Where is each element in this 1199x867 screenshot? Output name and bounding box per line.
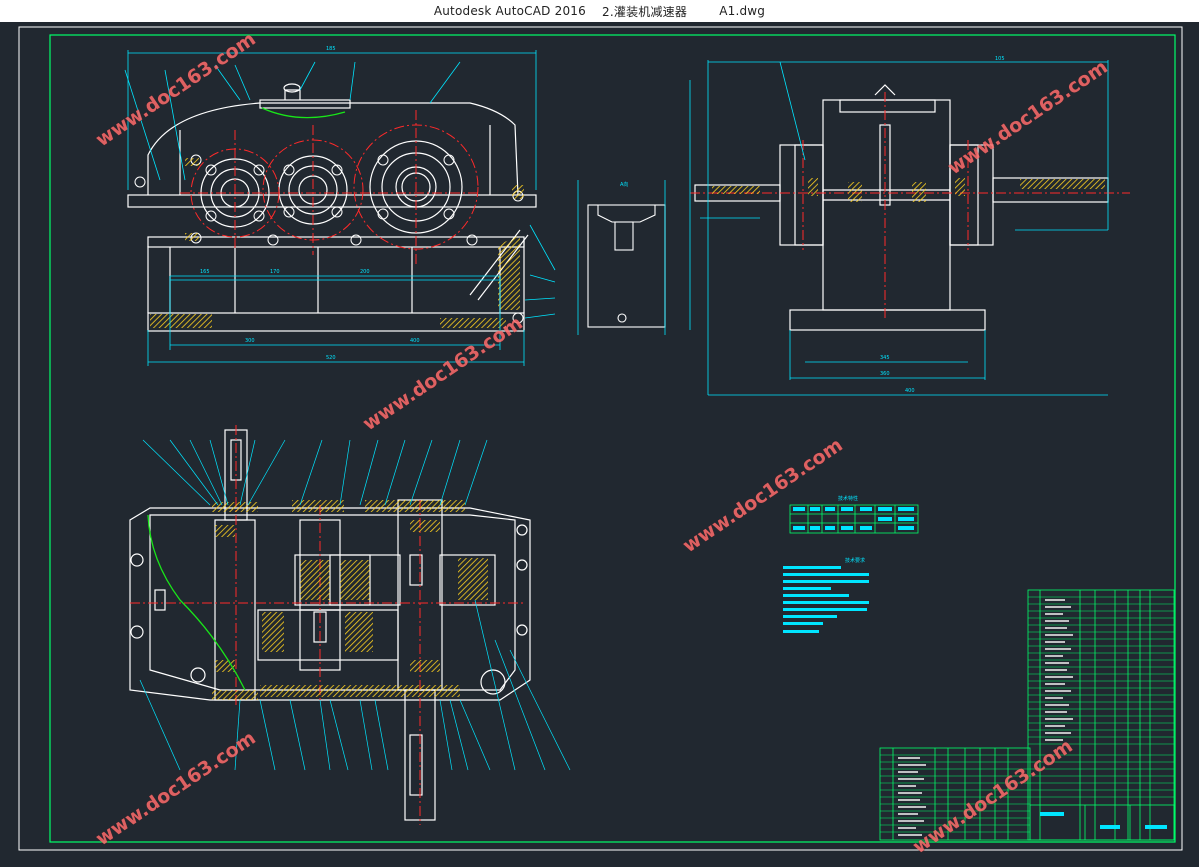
side-dim-overall: 400: [905, 388, 915, 394]
app-title: Autodesk AutoCAD 2016: [433, 4, 586, 18]
inner-frame: [49, 34, 1176, 843]
file-name: A1.dwg: [719, 4, 766, 18]
plan-view: [129, 429, 531, 821]
side-dim-b: 360: [880, 371, 890, 377]
outer-frame: [18, 26, 1183, 851]
a-view: [587, 204, 666, 328]
plan-view-hatch: [212, 500, 488, 700]
dim-bottom-a: 300: [245, 338, 255, 344]
tech-requirements-text: [783, 566, 869, 633]
side-view-centerlines: [690, 92, 1130, 320]
parts-list-rows: [880, 596, 1174, 833]
dim-b: 170: [270, 269, 280, 275]
side-view-dim-text: 105 345 360 400: [880, 56, 1005, 394]
dim-c: 200: [360, 269, 370, 275]
tech-requirements-title: 技术要求: [845, 557, 865, 564]
front-view-centerlines: [180, 110, 480, 265]
window-title-bar: Autodesk AutoCAD 2016 2.灌装机减速器 A1.dwg: [0, 0, 1199, 22]
spec-table-cells: [793, 507, 914, 530]
spec-table-title: 技术特性: [838, 495, 858, 502]
a-view-label: A向: [620, 181, 628, 188]
drawing-title: 2.灌装机减速器: [602, 4, 688, 19]
side-dim-a: 345: [880, 355, 890, 361]
side-dim-top: 105: [995, 56, 1005, 62]
dim-top: 185: [326, 46, 336, 52]
parts-list: [879, 589, 1175, 841]
title-block-cells: [1040, 812, 1167, 829]
side-view: [694, 84, 1109, 331]
front-view-breakline: [261, 107, 346, 119]
a-view-dims: [577, 180, 666, 335]
drawing-canvas[interactable]: 185 165 170 200 300 400 520 A向 105 345 3…: [0, 22, 1199, 863]
dim-overall: 520: [326, 355, 336, 361]
dim-bottom-b: 400: [410, 338, 420, 344]
dim-a: 165: [200, 269, 210, 275]
cad-drawing: 185 165 170 200 300 400 520 A向 105 345 3…: [18, 26, 1183, 851]
